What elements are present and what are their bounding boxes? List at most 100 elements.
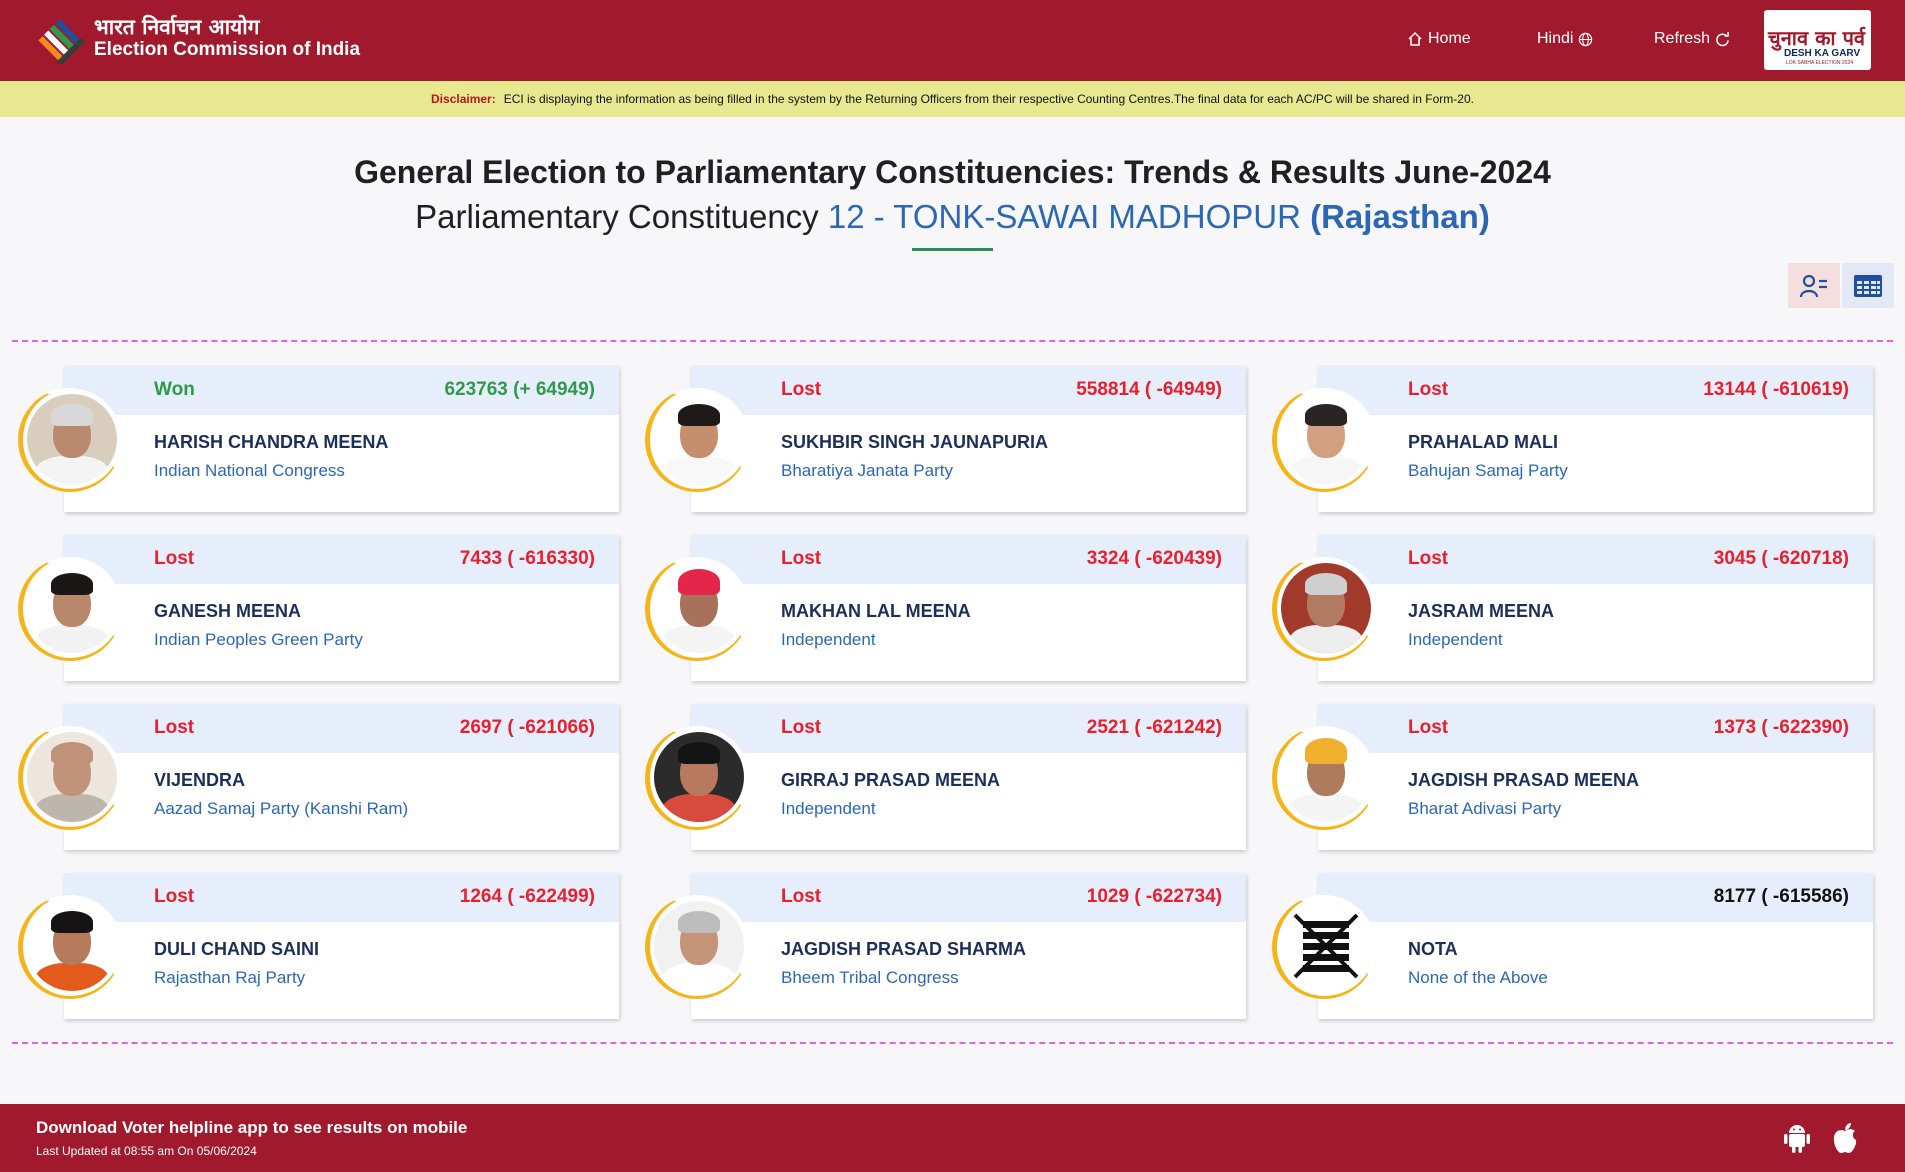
card-panel: Lost 2697 ( -621066) VIJENDRA Aazad Sama… bbox=[64, 704, 619, 850]
top-header: भारत निर्वाचन आयोग Election Commission o… bbox=[0, 0, 1905, 81]
candidate-photo bbox=[18, 388, 122, 492]
brand-hindi: भारत निर्वाचन आयोग bbox=[94, 15, 260, 39]
status-badge: Lost bbox=[154, 717, 195, 738]
apple-icon[interactable] bbox=[1830, 1121, 1860, 1155]
user-list-icon bbox=[1799, 274, 1827, 297]
page-title: General Election to Parliamentary Consti… bbox=[354, 154, 1551, 190]
campaign-sub: LOK SABHA ELECTION 2024 bbox=[1786, 60, 1853, 66]
vote-count: 623763 (+ 64949) bbox=[444, 379, 595, 400]
vote-count: 1029 ( -622734) bbox=[1086, 886, 1222, 907]
vote-count: 7433 ( -616330) bbox=[459, 548, 595, 569]
title-underline bbox=[912, 248, 993, 251]
party-name: Independent bbox=[781, 799, 876, 818]
campaign-logo[interactable]: चुनाव का पर्व DESH KA GARV LOK SABHA ELE… bbox=[1764, 10, 1871, 70]
vote-count: 2697 ( -621066) bbox=[459, 717, 595, 738]
card-panel: Lost 2521 ( -621242) GIRRAJ PRASAD MEENA… bbox=[691, 704, 1246, 850]
status-badge: Lost bbox=[781, 717, 822, 738]
constituency-title: Parliamentary Constituency 12 - TONK-SAW… bbox=[0, 198, 1905, 236]
vote-count: 8177 ( -615586) bbox=[1713, 886, 1849, 907]
card-panel: Lost 13144 ( -610619) PRAHALAD MALI Bahu… bbox=[1318, 366, 1873, 512]
party-name: Independent bbox=[781, 630, 876, 649]
card-panel: Lost 3324 ( -620439) MAKHAN LAL MEENA In… bbox=[691, 535, 1246, 681]
status-badge: Lost bbox=[781, 886, 822, 907]
candidate-card: Lost 558814 ( -64949) SUKHBIR SINGH JAUN… bbox=[645, 366, 1246, 512]
status-badge: Lost bbox=[1408, 548, 1449, 569]
nota-card: 8177 ( -615586) NOTA None of the Above bbox=[1272, 873, 1873, 1019]
brand-english: Election Commission of India bbox=[94, 39, 361, 60]
footer-last-updated: Last Updated at 08:55 am On 05/06/2024 bbox=[36, 1144, 257, 1158]
candidate-photo bbox=[645, 726, 749, 830]
party-name: Independent bbox=[1408, 630, 1503, 649]
candidate-card: Lost 2697 ( -621066) VIJENDRA Aazad Sama… bbox=[18, 704, 619, 850]
home-icon bbox=[1408, 31, 1422, 46]
nav-hindi[interactable]: Hindi bbox=[1537, 30, 1593, 48]
candidate-card: Lost 3045 ( -620718) JASRAM MEENA Indepe… bbox=[1272, 535, 1873, 681]
android-icon[interactable] bbox=[1782, 1121, 1812, 1155]
vote-count: 558814 ( -64949) bbox=[1076, 379, 1222, 400]
card-panel: Lost 1373 ( -622390) JAGDISH PRASAD MEEN… bbox=[1318, 704, 1873, 850]
vote-count: 1373 ( -622390) bbox=[1713, 717, 1849, 738]
candidate-card: Lost 1373 ( -622390) JAGDISH PRASAD MEEN… bbox=[1272, 704, 1873, 850]
card-panel: Lost 558814 ( -64949) SUKHBIR SINGH JAUN… bbox=[691, 366, 1246, 512]
card-panel: Lost 1029 ( -622734) JAGDISH PRASAD SHAR… bbox=[691, 873, 1246, 1019]
card-panel: Lost 3045 ( -620718) JASRAM MEENA Indepe… bbox=[1318, 535, 1873, 681]
table-icon bbox=[1854, 274, 1882, 297]
card-panel: Won 623763 (+ 64949) HARISH CHANDRA MEEN… bbox=[64, 366, 619, 512]
candidate-photo bbox=[645, 388, 749, 492]
candidate-photo bbox=[18, 895, 122, 999]
candidate-name: PRAHALAD MALI bbox=[1408, 432, 1558, 452]
nav-refresh[interactable]: Refresh bbox=[1654, 30, 1730, 48]
status-badge: Lost bbox=[781, 379, 822, 400]
status-badge: Lost bbox=[781, 548, 822, 569]
candidate-name: NOTA bbox=[1408, 939, 1458, 959]
candidate-view-button[interactable] bbox=[1788, 263, 1840, 308]
party-name: Aazad Samaj Party (Kanshi Ram) bbox=[154, 799, 409, 818]
nav-home[interactable]: Home bbox=[1407, 30, 1471, 48]
nota-symbol-icon bbox=[1272, 895, 1376, 999]
party-name: Bharatiya Janata Party bbox=[781, 461, 953, 480]
candidate-photo bbox=[18, 557, 122, 661]
nav-refresh-label: Refresh bbox=[1654, 30, 1711, 47]
card-panel: Lost 1264 ( -622499) DULI CHAND SAINI Ra… bbox=[64, 873, 619, 1019]
campaign-english: DESH KA GARV bbox=[1784, 48, 1861, 59]
vote-count: 3324 ( -620439) bbox=[1086, 548, 1222, 569]
candidate-card: Lost 2521 ( -621242) GIRRAJ PRASAD MEENA… bbox=[645, 704, 1246, 850]
eci-logo-icon[interactable] bbox=[36, 14, 86, 66]
status-badge: Lost bbox=[154, 548, 195, 569]
candidate-photo bbox=[1272, 557, 1376, 661]
globe-icon bbox=[1579, 32, 1593, 46]
candidate-photo bbox=[1272, 388, 1376, 492]
candidate-card: Lost 3324 ( -620439) MAKHAN LAL MEENA In… bbox=[645, 535, 1246, 681]
party-name: Bharat Adivasi Party bbox=[1408, 799, 1562, 818]
candidate-card: Won 623763 (+ 64949) HARISH CHANDRA MEEN… bbox=[18, 366, 619, 512]
nav-home-label: Home bbox=[1428, 30, 1471, 47]
nav-hindi-label: Hindi bbox=[1537, 30, 1574, 47]
candidate-name: GIRRAJ PRASAD MEENA bbox=[781, 770, 1001, 790]
constituency-name: 12 - TONK-SAWAI MADHOPUR bbox=[827, 198, 1301, 235]
disclaimer-text: ECI is displaying the information as bei… bbox=[503, 92, 1474, 106]
divider-top bbox=[12, 340, 1893, 342]
candidate-card: Lost 13144 ( -610619) PRAHALAD MALI Bahu… bbox=[1272, 366, 1873, 512]
vote-count: 2521 ( -621242) bbox=[1086, 717, 1222, 738]
divider-bottom bbox=[12, 1042, 1893, 1044]
status-badge: Lost bbox=[154, 886, 195, 907]
candidate-card: Lost 1264 ( -622499) DULI CHAND SAINI Ra… bbox=[18, 873, 619, 1019]
party-name: Rajasthan Raj Party bbox=[154, 968, 306, 987]
party-name: None of the Above bbox=[1408, 968, 1548, 987]
vote-count: 3045 ( -620718) bbox=[1713, 548, 1849, 569]
status-badge: Lost bbox=[1408, 717, 1449, 738]
candidate-name: HARISH CHANDRA MEENA bbox=[154, 432, 389, 452]
footer: Download Voter helpline app to see resul… bbox=[0, 1104, 1905, 1172]
card-panel: Lost 7433 ( -616330) GANESH MEENA Indian… bbox=[64, 535, 619, 681]
disclaimer-label: Disclaimer: bbox=[431, 92, 496, 106]
party-name: Bheem Tribal Congress bbox=[781, 968, 959, 987]
candidate-card: Lost 1029 ( -622734) JAGDISH PRASAD SHAR… bbox=[645, 873, 1246, 1019]
table-view-button[interactable] bbox=[1842, 263, 1894, 308]
campaign-hindi: चुनाव का पर्व bbox=[1768, 26, 1866, 50]
constituency-prefix: Parliamentary Constituency bbox=[415, 198, 819, 235]
footer-app-text: Download Voter helpline app to see resul… bbox=[36, 1118, 468, 1137]
disclaimer-bar: Disclaimer: ECI is displaying the inform… bbox=[0, 81, 1905, 117]
candidate-name: DULI CHAND SAINI bbox=[154, 939, 319, 959]
party-name: Indian Peoples Green Party bbox=[154, 630, 363, 649]
candidate-name: JAGDISH PRASAD SHARMA bbox=[781, 939, 1027, 959]
